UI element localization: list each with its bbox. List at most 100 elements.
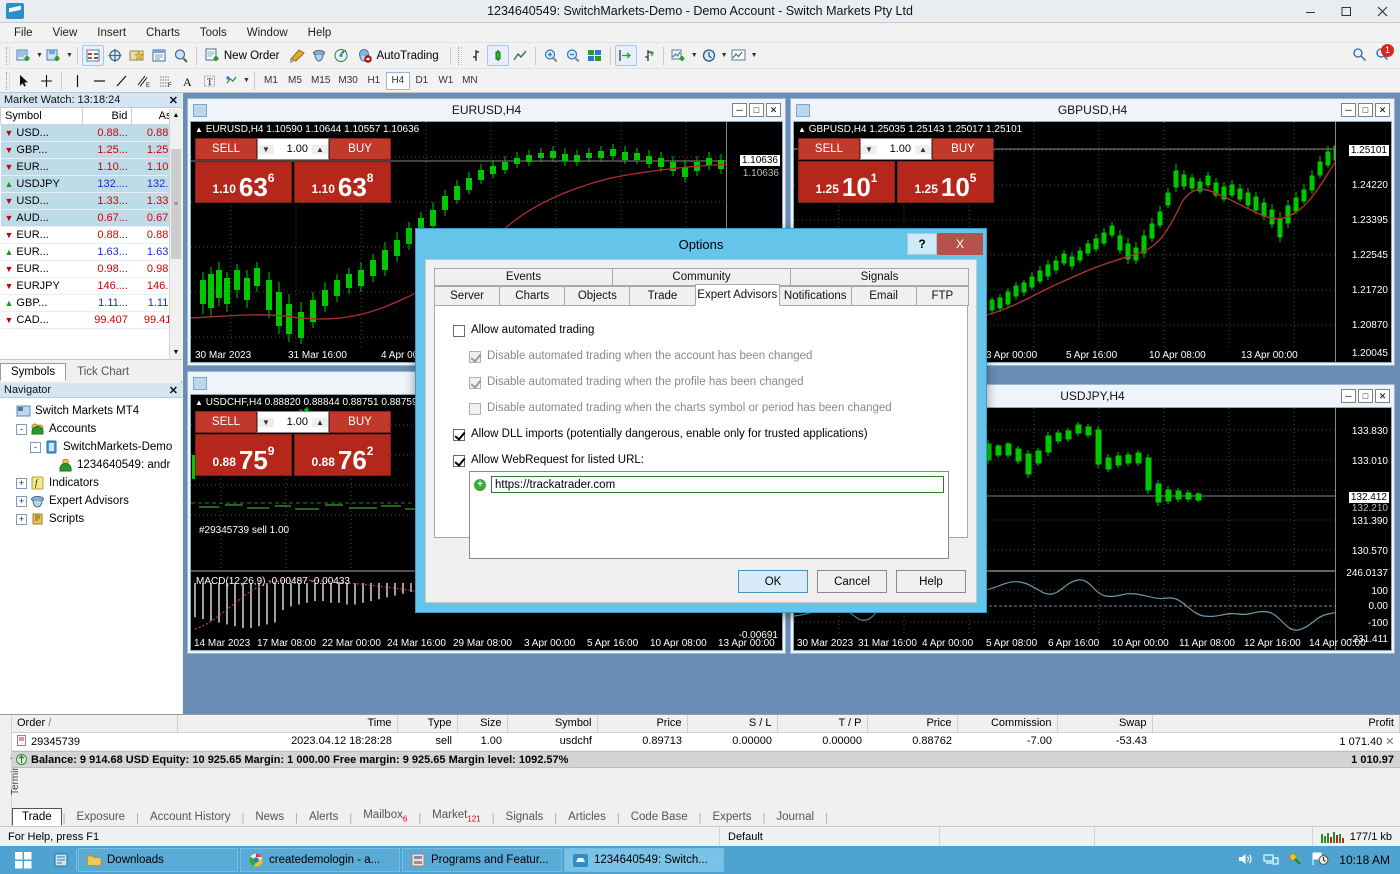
terminal-tab-articles[interactable]: Articles [558,808,616,826]
tab-email[interactable]: Email [850,286,917,306]
column-sl[interactable]: S / L [687,715,778,733]
market-watch-row[interactable]: ▲ EUR... 1.63... 1.63... [0,243,182,261]
trendline-icon[interactable] [110,70,132,91]
column-price[interactable]: Price [597,715,688,733]
symbol-cell[interactable]: ▼ EURJPY [0,277,83,295]
symbol-cell[interactable]: ▼ CAD... [0,311,83,329]
price-axis-usdjpy[interactable]: 133.830 133.010 132.412 132.210 131.390 … [1335,408,1391,650]
options-dialog[interactable]: Options ? X Events Community Signals Ser… [415,228,987,613]
tab-symbols[interactable]: Symbols [0,363,67,381]
symbol-cell[interactable]: ▲ GBP... [0,294,83,312]
symbol-cell[interactable]: ▼ EUR... [0,260,83,278]
tab-trade[interactable]: Trade [629,286,696,306]
sell-button-eurusd[interactable]: SELL [195,138,257,160]
volume-decrease-icon[interactable]: ▼ [258,417,274,427]
terminal-icon[interactable] [148,45,170,66]
url-input[interactable] [491,476,944,493]
market-watch-row[interactable]: ▼ EUR... 0.88... 0.88... [0,226,182,244]
cursor-icon[interactable] [13,70,35,91]
profiles-icon[interactable] [43,45,65,66]
new-chart-icon[interactable] [13,45,35,66]
volume-value-eurusd[interactable]: 1.00 [274,143,312,155]
data-window-icon[interactable] [104,45,126,66]
buy-button-gbpusd[interactable]: BUY [932,138,994,160]
one-click-trading-gbpusd[interactable]: SELL ▼ 1.00 ▲ BUY 1.25 10 1 1.25 10 5 [798,138,994,203]
tab-events[interactable]: Events [434,268,613,286]
tab-ftp[interactable]: FTP [915,286,969,306]
arrows-icon[interactable] [220,70,242,91]
cancel-button[interactable]: Cancel [817,570,887,593]
ok-button[interactable]: OK [738,570,808,593]
dialog-help-button[interactable]: ? [907,233,937,255]
new-order-button[interactable]: New Order [201,45,287,66]
volume-value-gbpusd[interactable]: 1.00 [877,143,915,155]
tile-windows-icon[interactable] [584,45,606,66]
market-watch-row[interactable]: ▼ USD... 1.33... 1.33... [0,192,182,210]
column-price2[interactable]: Price [867,715,958,733]
option-allow-automated-trading[interactable]: Allow automated trading [453,324,949,337]
nav-node-1234640549-andr[interactable]: 1234640549: andr [2,456,180,474]
zoom-in-icon[interactable] [540,45,562,66]
bid-price-usdchf[interactable]: 0.88 75 9 [195,434,292,476]
market-watch-row[interactable]: ▼ EURJPY 146.... 146.... [0,277,182,295]
signals-icon[interactable] [330,45,352,66]
chart-restore-button[interactable]: □ [1358,389,1373,403]
autotrading-button[interactable]: AutoTrading [352,45,445,66]
buy-button-usdchf[interactable]: BUY [329,411,391,433]
market-watch-scrollbar[interactable]: ▲ ≡ ▼ [169,109,182,359]
market-watch-row[interactable]: ▼ GBP... 1.25... 1.25... [0,141,182,159]
column-swap[interactable]: Swap [1057,715,1153,733]
terminal-tab-news[interactable]: News [245,808,294,826]
text-icon[interactable]: A [176,70,198,91]
column-size[interactable]: Size [457,715,508,733]
timeframe-mn[interactable]: MN [458,72,482,90]
tab-expert-advisors[interactable]: Expert Advisors [694,284,780,306]
arrows-caret[interactable]: ▼ [243,77,250,84]
symbol-cell[interactable]: ▼ EUR... [0,158,83,176]
tab-signals[interactable]: Signals [790,268,969,286]
table-row[interactable]: 29345739 2023.04.12 18:28:28 sell 1.00 usdch… [12,732,1400,751]
market-watch-row[interactable]: ▼ EUR... 0.98... 0.98... [0,260,182,278]
toolbar-grip[interactable] [6,71,10,90]
nav-node-switchmarkets-demo[interactable]: - SwitchMarkets-Demo [2,438,180,456]
timeframe-m15[interactable]: M15 [307,72,334,90]
nav-node-switch-markets-mt4[interactable]: Switch Markets MT4 [2,402,180,420]
market-watch-row[interactable]: ▼ USD... 0.88... 0.88... [0,124,182,142]
ask-price-eurusd[interactable]: 1.10 63 8 [294,161,391,203]
tree-expander[interactable]: + [16,513,27,525]
volume-value-usdchf[interactable]: 1.00 [274,416,312,428]
volume-stepper-eurusd[interactable]: ▼ 1.00 ▲ [257,138,329,160]
terminal-tab-mailbox[interactable]: Mailbox6 [353,806,417,826]
symbol-cell[interactable]: ▼ USD... [0,124,83,142]
symbol-cell[interactable]: ▼ AUD... [0,209,83,227]
profiles-caret[interactable]: ▼ [66,52,73,59]
terminal-tab-exposure[interactable]: Exposure [66,808,135,826]
sell-button-gbpusd[interactable]: SELL [798,138,860,160]
toolbar-grip[interactable] [457,46,462,65]
option-allow-webrequest[interactable]: Allow WebRequest for listed URL: [453,454,949,467]
one-click-trading-eurusd[interactable]: SELL ▼ 1.00 ▲ BUY 1.10 63 6 1.10 63 8 [195,138,391,203]
terminal-tab-experts[interactable]: Experts [702,808,761,826]
buy-button-eurusd[interactable]: BUY [329,138,391,160]
tab-charts[interactable]: Charts [499,286,566,306]
column-type[interactable]: Type [397,715,458,733]
metaeditor-icon[interactable] [286,45,308,66]
add-indicator-icon[interactable] [668,45,690,66]
checkbox-allow-automated-trading[interactable] [453,325,465,337]
text-label-icon[interactable]: T [198,70,220,91]
checkbox-allow-webrequest[interactable] [453,455,465,467]
column-symbol[interactable]: Symbol [0,108,83,125]
new-chart-caret[interactable]: ▼ [36,52,43,59]
zoom-out-icon[interactable] [562,45,584,66]
terminal-tab-trade[interactable]: Trade [12,808,62,826]
taskbar-clock[interactable]: 10:18 AM [1339,853,1400,867]
help-button[interactable]: Help [896,570,966,593]
tab-objects[interactable]: Objects [564,286,631,306]
notifications-icon[interactable]: 1 [1375,43,1394,65]
volume-decrease-icon[interactable]: ▼ [861,144,877,154]
dialog-close-button[interactable]: X [937,233,983,255]
menu-item-window[interactable]: Window [237,25,298,41]
market-watch-row[interactable]: ▼ EUR... 1.10... 1.10... [0,158,182,176]
chart-close-button[interactable]: ✕ [1375,103,1390,117]
menu-item-file[interactable]: File [4,25,43,41]
